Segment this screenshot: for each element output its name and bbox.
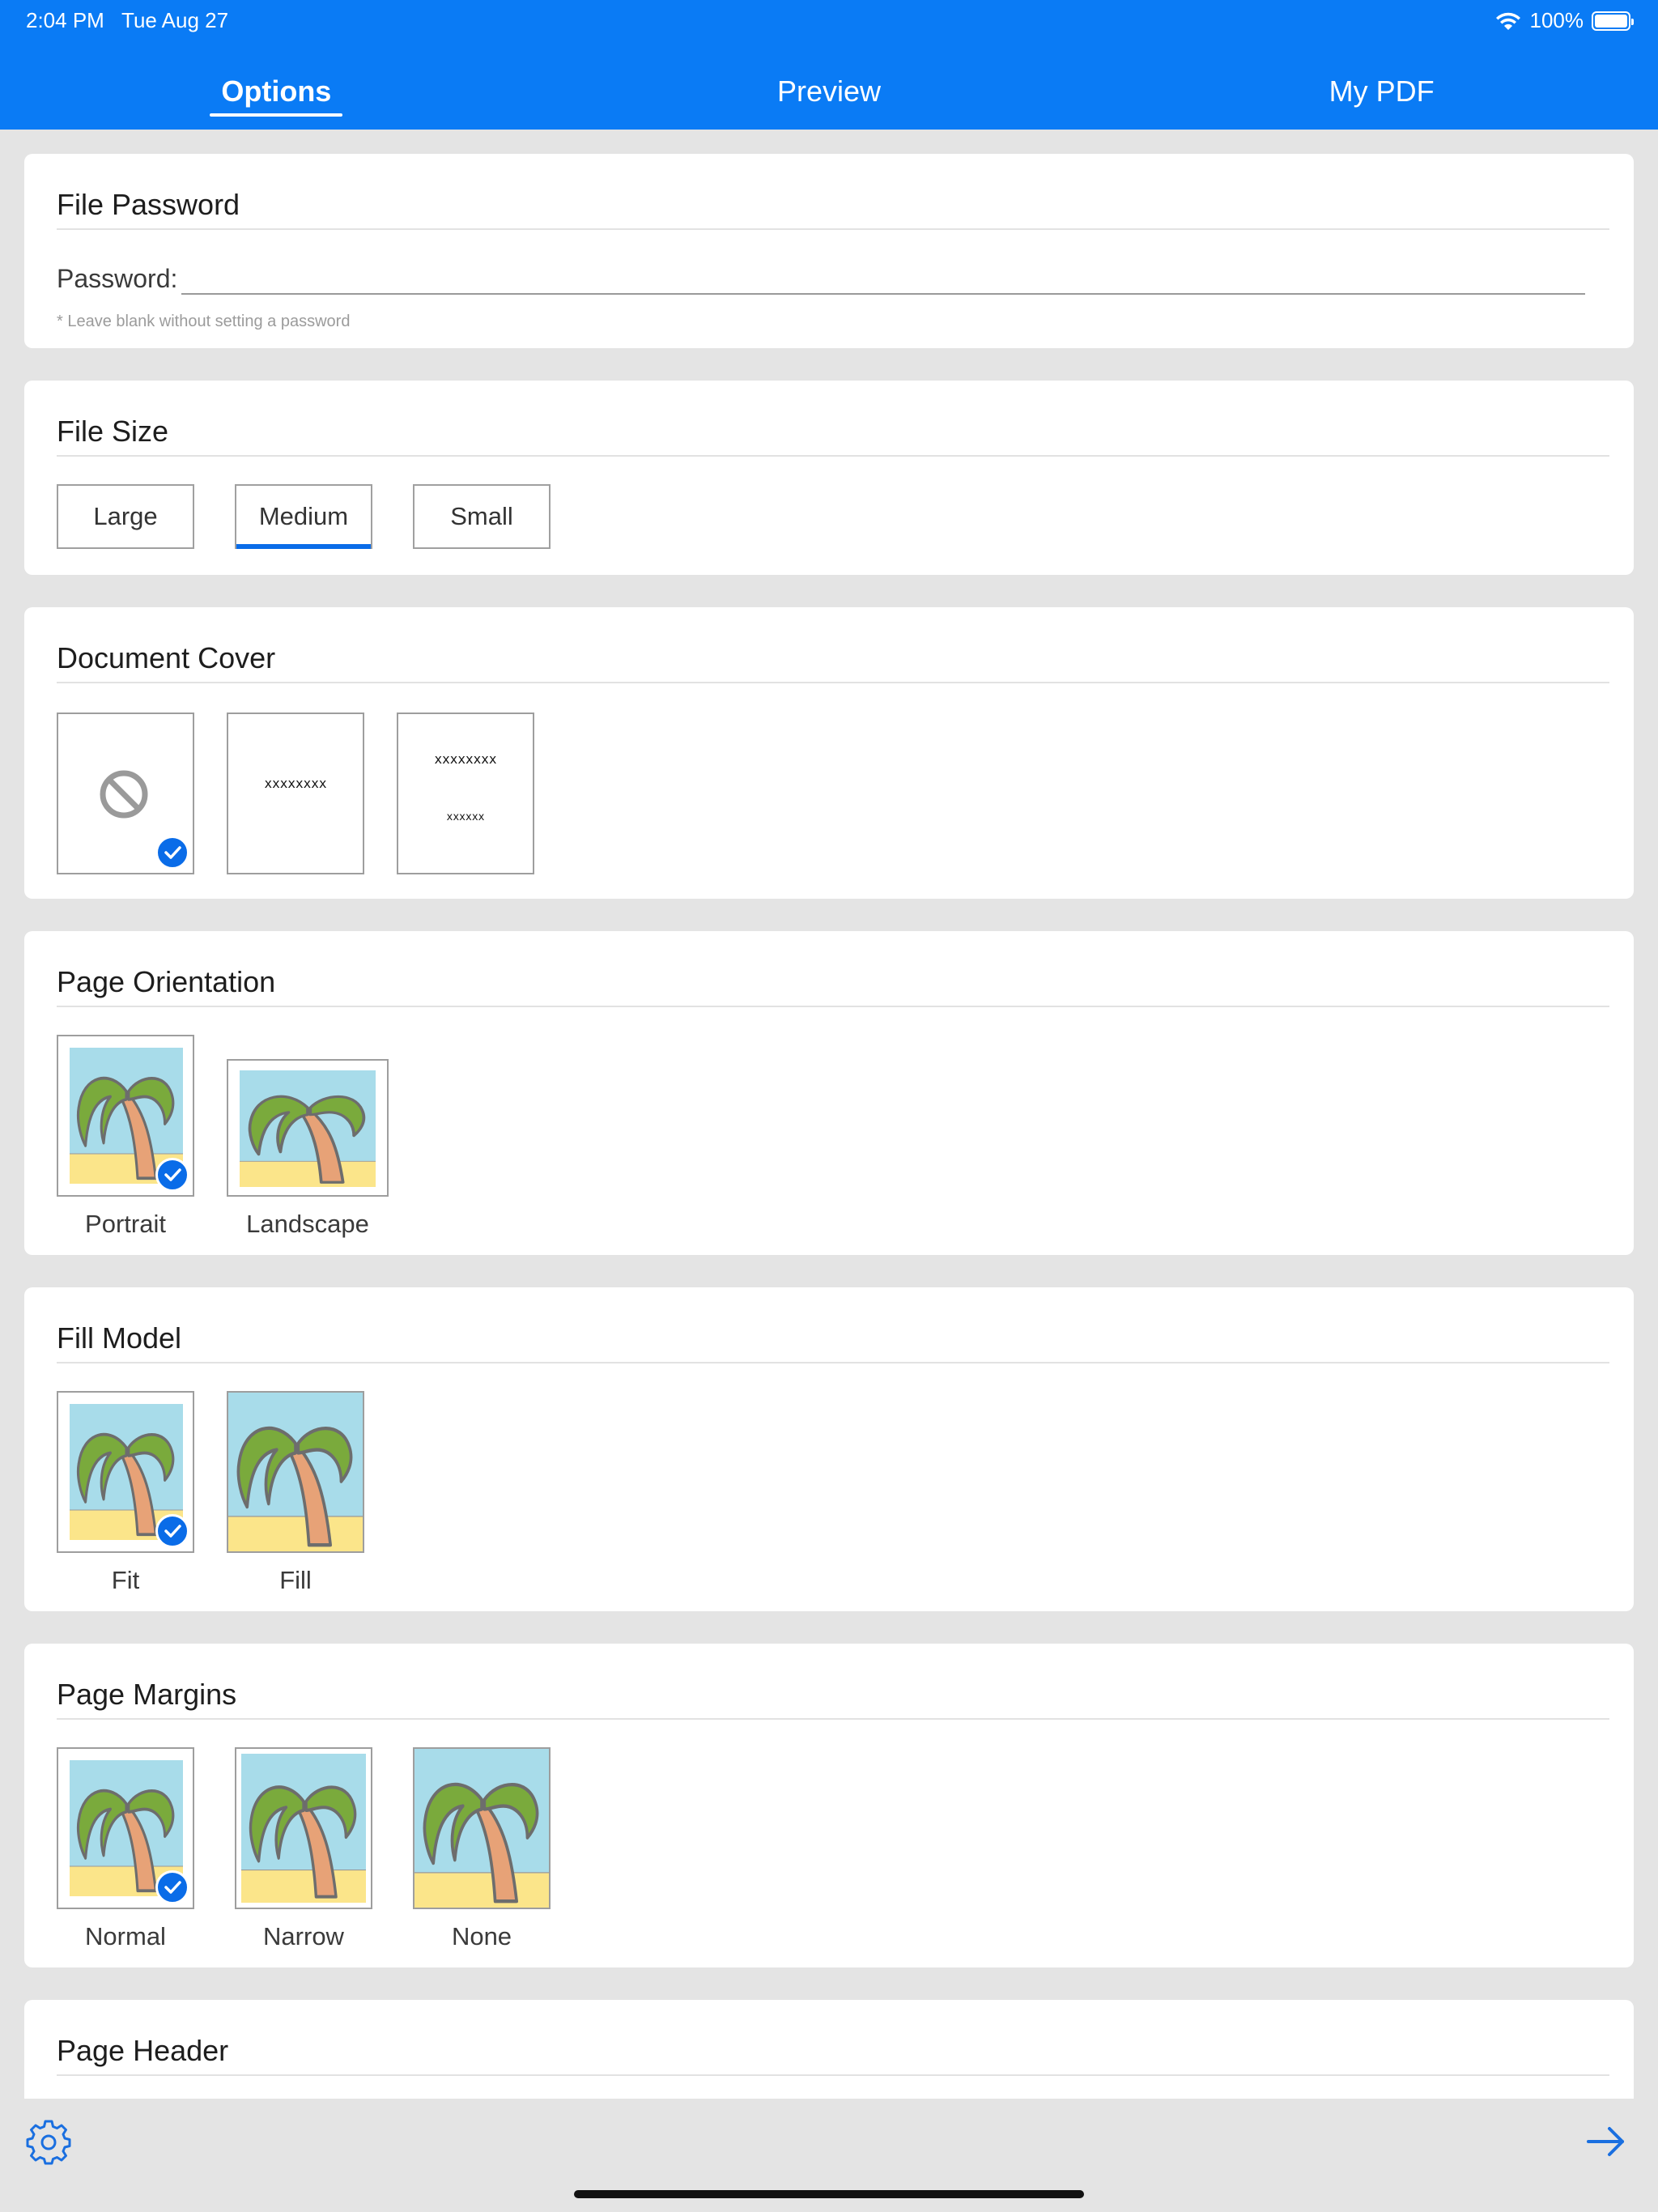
margins-normal-option[interactable] (57, 1747, 194, 1909)
fill-fill-option[interactable] (227, 1391, 364, 1553)
wifi-icon (1495, 12, 1520, 30)
section-title: Fill Model (57, 1321, 1609, 1363)
margins-none-option[interactable] (413, 1747, 551, 1909)
battery-percent: 100% (1529, 8, 1584, 32)
top-bar: 2:04 PM Tue Aug 27 100% Options Preview … (0, 0, 1658, 130)
status-indicators: 100% (1494, 8, 1634, 33)
orientation-portrait-label: Portrait (85, 1210, 166, 1238)
orientation-landscape-label: Landscape (246, 1210, 369, 1238)
fill-fill-label: Fill (279, 1566, 312, 1594)
orientation-landscape-option[interactable] (227, 1059, 389, 1197)
selected-check-icon (155, 1514, 189, 1548)
palm-tree-image (240, 1070, 376, 1187)
palm-tree-image (414, 1749, 549, 1908)
password-input[interactable] (181, 259, 1585, 295)
cover-subtitle-text: xxxxxx (446, 811, 485, 823)
password-note: * Leave blank without setting a password (57, 313, 351, 330)
status-time: 2:04 PM (26, 8, 104, 32)
battery-icon (1592, 11, 1634, 31)
section-title: Page Margins (57, 1678, 1609, 1720)
cover-title-option[interactable]: xxxxxxxx (227, 713, 364, 874)
fill-model-card: Fill Model Fit Fill (24, 1287, 1634, 1611)
section-title: File Size (57, 415, 1609, 457)
tab-options-label: Options (210, 74, 343, 117)
status-date: Tue Aug 27 (121, 8, 229, 32)
tab-my-pdf[interactable]: My PDF (1105, 74, 1658, 126)
bottom-toolbar (0, 2099, 1658, 2212)
no-cover-icon (100, 770, 148, 819)
section-title: Document Cover (57, 641, 1609, 683)
page-orientation-card: Page Orientation Portrait Landscape (24, 931, 1634, 1255)
fill-fit-option[interactable] (57, 1391, 194, 1553)
file-size-card: File Size Large Medium Small (24, 381, 1634, 575)
document-cover-card: Document Cover xxxxxxxx xxxxxxxx xxxxxx (24, 607, 1634, 899)
orientation-portrait-option[interactable] (57, 1035, 194, 1197)
section-title: Page Header (57, 2034, 1609, 2076)
tab-bar: Options Preview My PDF (0, 74, 1658, 126)
section-title: Page Orientation (57, 965, 1609, 1007)
size-medium-button[interactable]: Medium (235, 484, 372, 549)
gear-icon[interactable] (24, 2118, 73, 2167)
arrow-right-icon[interactable] (1584, 2120, 1627, 2163)
file-password-card: File Password Password: * Leave blank wi… (24, 154, 1634, 348)
size-large-button[interactable]: Large (57, 484, 194, 549)
cover-none-option[interactable] (57, 713, 194, 874)
margins-normal-label: Normal (85, 1922, 166, 1950)
cover-title-text: xxxxxxxx (434, 751, 497, 767)
tab-my-pdf-label: My PDF (1329, 74, 1435, 108)
tab-options[interactable]: Options (0, 74, 553, 126)
status-time-date: 2:04 PM Tue Aug 27 (26, 8, 228, 33)
margins-narrow-option[interactable] (235, 1747, 372, 1909)
tab-preview[interactable]: Preview (553, 74, 1106, 126)
palm-tree-image (241, 1754, 366, 1903)
password-label: Password: (57, 264, 178, 293)
cover-title-subtitle-option[interactable]: xxxxxxxx xxxxxx (397, 713, 534, 874)
selected-check-icon (155, 1158, 189, 1192)
selected-check-icon (155, 836, 189, 870)
selected-check-icon (155, 1870, 189, 1904)
fill-fit-label: Fit (111, 1566, 140, 1594)
palm-tree-image (228, 1393, 363, 1551)
page-margins-card: Page Margins Normal Narrow None (24, 1644, 1634, 1967)
tab-preview-label: Preview (776, 74, 882, 108)
cover-title-text: xxxxxxxx (264, 776, 327, 791)
home-indicator (574, 2190, 1084, 2198)
margins-narrow-label: Narrow (263, 1922, 344, 1950)
section-title: File Password (57, 188, 1609, 230)
size-small-button[interactable]: Small (413, 484, 551, 549)
margins-none-label: None (451, 1922, 512, 1950)
